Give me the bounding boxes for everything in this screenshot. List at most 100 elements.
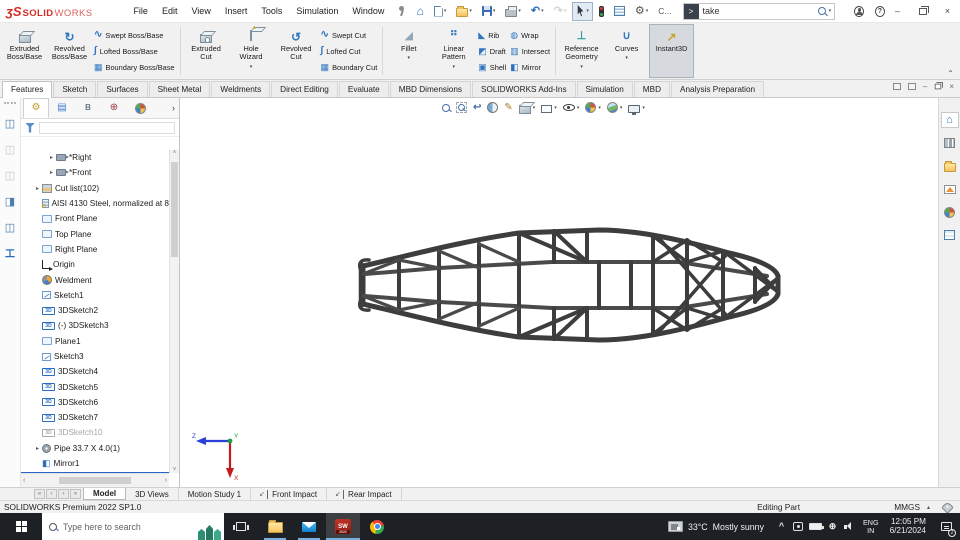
doc-tab-rear-impact[interactable]: Rear Impact <box>327 488 402 500</box>
tree-item-weldment[interactable]: Weldment <box>21 272 169 287</box>
draft-button[interactable]: ◩ Draft <box>478 44 506 58</box>
tab-nav-3[interactable]: » <box>70 489 81 499</box>
tray-network[interactable]: ⊕ <box>824 513 841 540</box>
linear-pattern-button[interactable]: ⠛ Linear Pattern ▾ <box>431 24 476 78</box>
dropdown-caret-icon[interactable]: ▾ <box>586 8 589 14</box>
print-button[interactable]: ▾ <box>501 2 525 21</box>
taskbar-file-explorer-button[interactable] <box>258 513 292 540</box>
display-style-button[interactable]: ▾ <box>541 103 557 113</box>
filter-funnel-icon[interactable] <box>25 122 35 133</box>
task-pane-design-library-button[interactable] <box>941 135 959 151</box>
lofted-boss-base-button[interactable]: ∫ Lofted Boss/Base <box>94 44 175 58</box>
panel-tab-dimxpert-manager[interactable]: ⊕ <box>101 98 127 118</box>
tab-nav-0[interactable]: « <box>34 489 45 499</box>
dropdown-caret-icon[interactable]: ▾ <box>598 105 601 111</box>
panel-tab-display-manager[interactable] <box>127 98 153 118</box>
selection-filter-button[interactable] <box>595 2 608 21</box>
dropdown-caret-icon[interactable]: ▾ <box>541 8 544 14</box>
tree-item--front[interactable]: ▸ *Front <box>21 165 169 180</box>
rib-button[interactable]: ◣ Rib <box>478 28 506 42</box>
scroll-right-icon[interactable]: › <box>165 477 167 484</box>
language-indicator[interactable]: ENG IN <box>858 519 884 534</box>
panel-tab-features-manager[interactable]: ⚙ <box>23 98 49 118</box>
taskbar-chrome-button[interactable] <box>360 513 394 540</box>
taskbar-solidworks-button[interactable]: SW <box>326 513 360 540</box>
fillet-button[interactable]: ◢ Fillet ▾ <box>386 24 431 78</box>
chassis-wireframe-model[interactable] <box>347 216 797 354</box>
units-selector[interactable]: MMGS <box>894 501 920 513</box>
dropdown-caret-icon[interactable]: ▾ <box>250 63 253 71</box>
hole-wizard-button[interactable]: * Hole Wizard ▾ <box>229 24 274 78</box>
collapse-ribbon-icon[interactable]: ⌃ <box>947 69 954 78</box>
dropdown-caret-icon[interactable]: ▾ <box>642 105 645 111</box>
search-icon[interactable] <box>817 7 826 15</box>
view-settings-button[interactable]: ▾ <box>628 103 645 115</box>
end-cap-button[interactable]: ◫ <box>5 218 15 236</box>
tree-item-plane1[interactable]: Plane1 <box>21 334 169 349</box>
tab-mbd-dimensions[interactable]: MBD Dimensions <box>389 81 471 97</box>
boundary-boss-base-button[interactable]: ▦ Boundary Boss/Base <box>94 60 175 74</box>
mirror-button[interactable]: ◧ Mirror <box>510 60 550 74</box>
view-orientation-button[interactable]: ▾ <box>518 101 535 114</box>
taskbar-mail-button[interactable] <box>292 513 326 540</box>
tab-mbd[interactable]: MBD <box>633 81 670 97</box>
extruded-cut-button[interactable]: Extruded Cut <box>184 24 229 78</box>
minimize-button[interactable]: – <box>885 0 910 22</box>
dropdown-caret-icon[interactable]: ▾ <box>564 8 567 14</box>
reference-geometry-button[interactable]: ⊥ Reference Geometry ▾ <box>559 24 604 78</box>
dropdown-caret-icon[interactable]: ▾ <box>625 54 628 62</box>
tab-sketch[interactable]: Sketch <box>53 81 97 97</box>
taskbar-task-view-button[interactable] <box>224 513 258 540</box>
save-button[interactable]: ▾ <box>478 2 500 21</box>
select-button[interactable]: ▾ <box>572 1 593 21</box>
search-caret-icon[interactable]: ▾ <box>829 8 832 14</box>
tab-solidworks-add-ins[interactable]: SOLIDWORKS Add-Ins <box>472 81 576 97</box>
tree-item-aisi-4130-steel-normalized-at-8[interactable]: AISI 4130 Steel, normalized at 8 <box>21 196 169 211</box>
open-button[interactable]: ▾ <box>452 2 476 21</box>
tree-item-right-plane[interactable]: Right Plane <box>21 242 169 257</box>
expand-arrow-icon[interactable]: ▸ <box>47 154 56 161</box>
hide-show-items-button[interactable]: ▾ <box>562 104 580 111</box>
doc-close-icon[interactable]: × <box>949 82 954 91</box>
help-icon[interactable]: ? <box>874 5 886 17</box>
tab-simulation[interactable]: Simulation <box>576 81 633 97</box>
dropdown-caret-icon[interactable]: ▾ <box>408 54 411 62</box>
tree-item-3dsketch5[interactable]: 3D 3DSketch5 <box>21 379 169 394</box>
tree-item-mirror1[interactable]: ◧ Mirror1 <box>21 456 169 471</box>
start-button[interactable] <box>0 513 42 540</box>
menu-item-simulation[interactable]: Simulation <box>289 0 345 22</box>
dropdown-caret-icon[interactable]: ▾ <box>577 105 580 111</box>
undo-button[interactable]: ↶ ▾ <box>527 2 548 21</box>
extruded-bossbase-button[interactable]: Extruded Boss/Base <box>2 24 47 78</box>
scroll-left-icon[interactable]: ‹ <box>23 477 25 484</box>
task-pane-view-palette-button[interactable] <box>941 181 959 197</box>
menu-item-view[interactable]: View <box>184 0 217 22</box>
toolbar-handle[interactable] <box>4 102 16 104</box>
tab-surfaces[interactable]: Surfaces <box>97 81 148 97</box>
dropdown-caret-icon[interactable]: ▾ <box>453 63 456 71</box>
dropdown-caret-icon[interactable]: ▾ <box>469 8 472 14</box>
tab-analysis-preparation[interactable]: Analysis Preparation <box>670 81 765 97</box>
doc-tab-3d-views[interactable]: 3D Views <box>126 488 179 500</box>
notification-center-button[interactable]: 2 <box>932 513 960 540</box>
menu-item-window[interactable]: Window <box>345 0 391 22</box>
search-input[interactable]: take <box>703 6 818 16</box>
new-button[interactable]: ▾ <box>430 2 451 21</box>
doc-tab-motion-study-1[interactable]: Motion Study 1 <box>179 488 252 500</box>
tab-weldments[interactable]: Weldments <box>211 81 271 97</box>
instant3d-button[interactable]: ↗ Instant3D <box>649 24 695 78</box>
options-button[interactable]: ⚙ ▾ <box>631 2 652 21</box>
dynamic-annotation-button[interactable]: ✎ <box>504 102 512 113</box>
filter-input[interactable] <box>39 121 175 134</box>
close-button[interactable]: × <box>935 0 960 22</box>
tag-icon[interactable] <box>941 500 954 514</box>
restore-button[interactable] <box>910 0 935 22</box>
dropdown-caret-icon[interactable]: ▾ <box>444 8 447 14</box>
scrollbar-thumb[interactable] <box>171 162 178 257</box>
tree-vertical-scrollbar[interactable]: ˄ ˅ <box>169 150 179 473</box>
menu-item-edit[interactable]: Edit <box>155 0 185 22</box>
zoom-fit-button[interactable] <box>442 103 450 112</box>
tab-evaluate[interactable]: Evaluate <box>338 81 389 97</box>
pin-icon[interactable] <box>397 5 405 17</box>
revolved-cut-button[interactable]: ↺ Revolved Cut <box>274 24 319 78</box>
